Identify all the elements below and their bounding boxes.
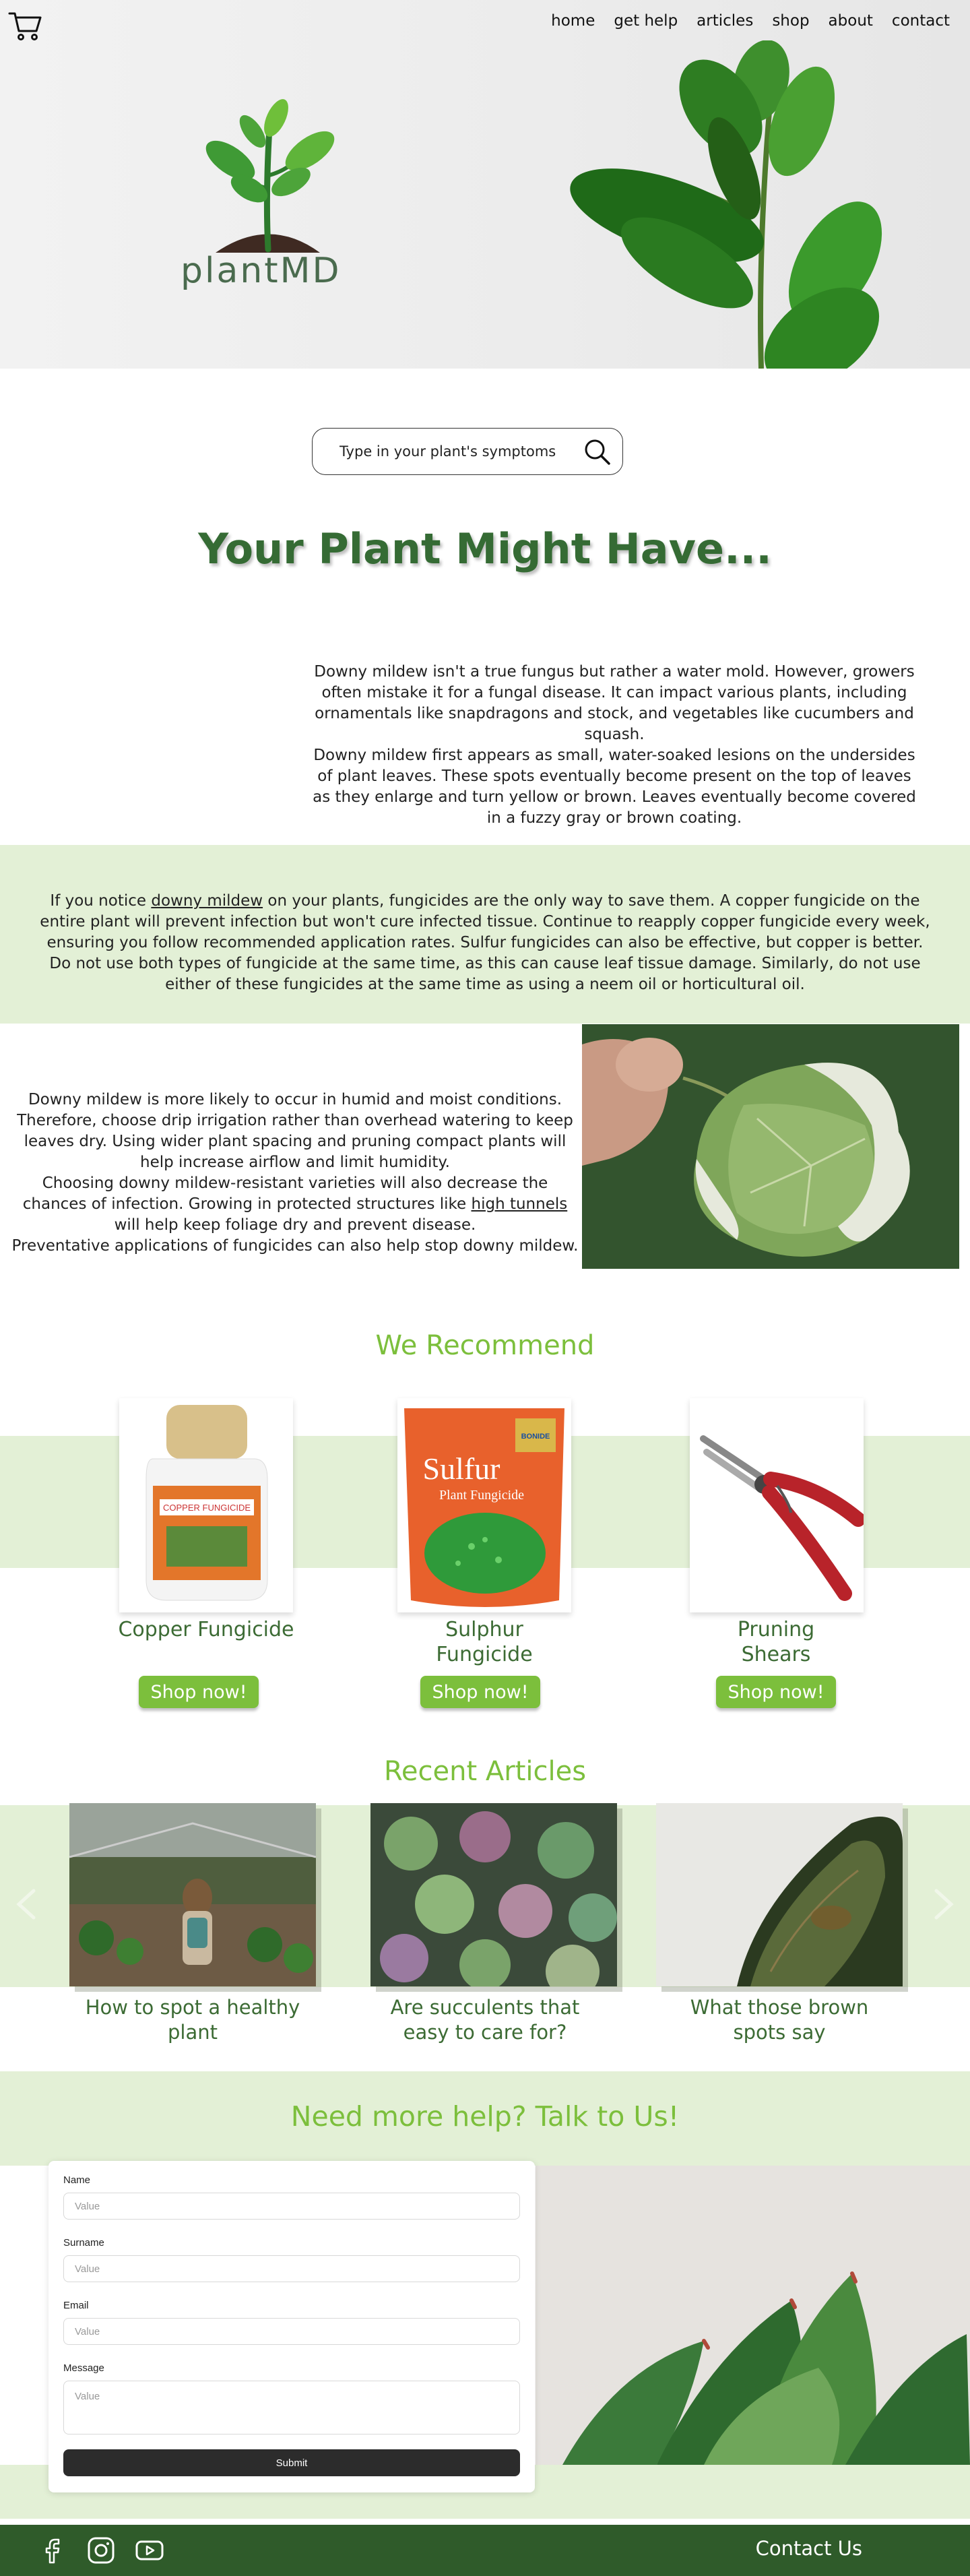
nav-home[interactable]: home: [551, 12, 595, 30]
recommend-heading: We Recommend: [375, 1330, 595, 1361]
hero-banner: home get help articles shop about contac…: [0, 0, 970, 369]
carousel-prev-icon[interactable]: [7, 1884, 47, 1924]
surname-field[interactable]: Value: [63, 2255, 520, 2282]
article-image-succulents[interactable]: [370, 1803, 617, 1986]
name-field[interactable]: Value: [63, 2193, 520, 2220]
treatment-paragraph: Do not use both types of fungicide at th…: [49, 955, 921, 993]
instagram-icon[interactable]: [86, 2536, 116, 2565]
treatment-text: If you notice downy mildew on your plant…: [27, 891, 943, 995]
pack-sublabel: Plant Fungicide: [439, 1488, 524, 1503]
surname-label: Surname: [63, 2237, 104, 2249]
article-image-brown-spots[interactable]: [656, 1803, 903, 1986]
pack-badge: BONIDE: [521, 1433, 550, 1441]
prevention-paragraph: Choosing downy mildew-resistant varietie…: [22, 1174, 568, 1234]
diagnosis-heading: Your Plant Might Have...: [198, 524, 772, 573]
email-label: Email: [63, 2300, 89, 2311]
shop-now-button[interactable]: Shop now!: [716, 1676, 836, 1708]
shop-now-button[interactable]: Shop now!: [420, 1676, 540, 1708]
articles-heading: Recent Articles: [383, 1756, 587, 1787]
symptom-search-bar[interactable]: [312, 428, 623, 475]
rubber-plant-image: [570, 40, 882, 369]
search-input[interactable]: [340, 443, 582, 460]
product-image-sulphur-fungicide[interactable]: BONIDE Sulfur Plant Fungicide: [397, 1398, 571, 1612]
nav-contact[interactable]: contact: [892, 12, 950, 30]
shop-now-button[interactable]: Shop now!: [139, 1676, 259, 1708]
article-image-greenhouse[interactable]: [69, 1803, 316, 1986]
contact-form: Name Value Surname Value Email Value Mes…: [48, 2161, 535, 2492]
article-title[interactable]: What those brown spots say: [656, 1995, 903, 2045]
message-field[interactable]: Value: [63, 2381, 520, 2434]
disease-description: Downy mildew isn't a true fungus but rat…: [311, 662, 917, 829]
submit-button[interactable]: Submit: [63, 2449, 520, 2476]
treatment-paragraph: If you notice downy mildew on your plant…: [40, 892, 930, 951]
youtube-icon[interactable]: [135, 2536, 164, 2565]
article-title[interactable]: How to spot a healthy plant: [69, 1995, 316, 2045]
main-nav: home get help articles shop about contac…: [551, 12, 950, 30]
search-icon[interactable]: [582, 437, 612, 466]
downy-mildew-link[interactable]: downy mildew: [151, 892, 263, 910]
description-paragraph: Downy mildew isn't a true fungus but rat…: [314, 663, 915, 743]
high-tunnels-link[interactable]: high tunnels: [472, 1195, 568, 1213]
product-image-pruning-shears[interactable]: [690, 1398, 864, 1612]
article-title[interactable]: Are succulents that easy to care for?: [362, 1995, 608, 2045]
footer: Contact Us: [0, 2525, 970, 2576]
pack-label: COPPER FUNGICIDE: [163, 1503, 251, 1513]
carousel-next-icon[interactable]: [923, 1884, 963, 1924]
prevention-paragraph: Downy mildew is more likely to occur in …: [17, 1091, 573, 1171]
product-image-copper-fungicide[interactable]: COPPER FUNGICIDE: [119, 1398, 293, 1612]
nav-articles[interactable]: articles: [697, 12, 753, 30]
facebook-icon[interactable]: [38, 2536, 67, 2565]
nav-get-help[interactable]: get help: [614, 12, 678, 30]
description-paragraph: Downy mildew first appears as small, wat…: [313, 747, 916, 827]
pack-label: Sulfur: [423, 1451, 500, 1486]
infected-leaf-photo: [582, 1024, 959, 1269]
prevention-paragraph: Preventative applications of fungicides …: [11, 1237, 579, 1255]
nav-shop[interactable]: shop: [772, 12, 809, 30]
product-name[interactable]: Pruning Shears: [675, 1617, 877, 1667]
prevention-text: Downy mildew is more likely to occur in …: [8, 1090, 582, 1257]
name-label: Name: [63, 2174, 91, 2186]
logo-text: plantMD: [181, 251, 342, 291]
email-field[interactable]: Value: [63, 2318, 520, 2345]
help-heading: Need more help? Talk to Us!: [290, 2100, 680, 2133]
cart-icon[interactable]: [8, 8, 43, 43]
message-label: Message: [63, 2362, 104, 2374]
footer-contact-link[interactable]: Contact Us: [756, 2537, 862, 2560]
product-name[interactable]: Sulphur Fungicide: [383, 1617, 585, 1667]
product-name[interactable]: Copper Fungicide: [105, 1617, 307, 1642]
succulent-image: [536, 2166, 970, 2465]
nav-about[interactable]: about: [829, 12, 873, 30]
